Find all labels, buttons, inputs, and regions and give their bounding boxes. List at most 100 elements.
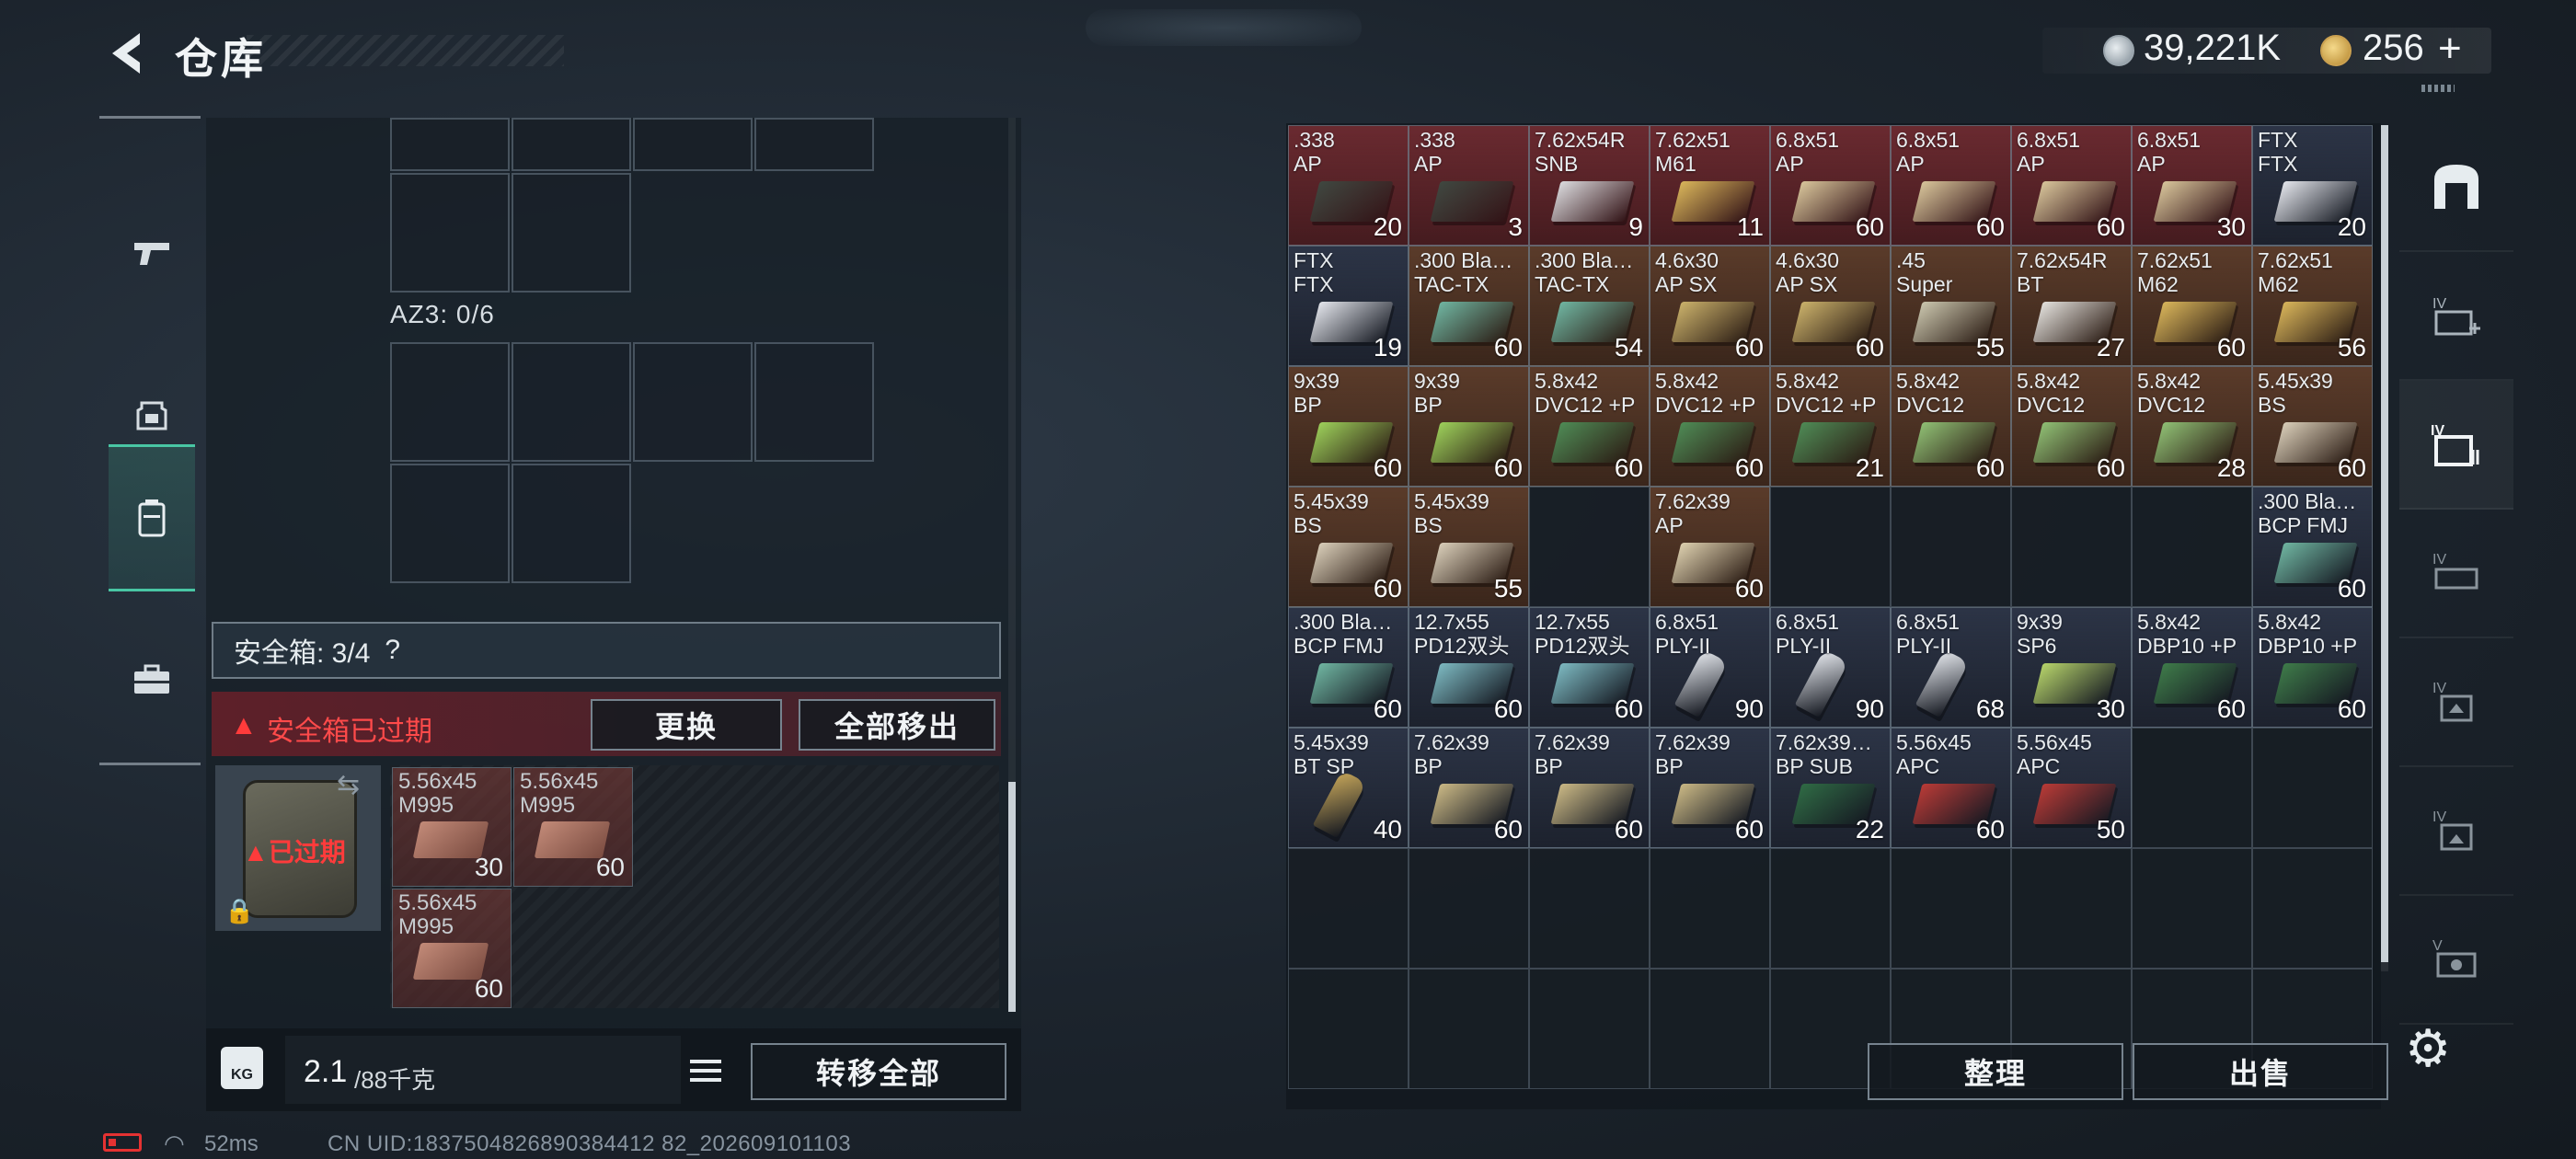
stash-item[interactable]: 5.8x42 DBP10 +P 60: [2132, 607, 2252, 728]
stash-item[interactable]: 6.8x51 AP 60: [1891, 125, 2011, 246]
nav-container-3[interactable]: IV: [2399, 381, 2513, 510]
stash-item[interactable]: 5.56x45 APC 50: [2011, 728, 2132, 848]
stash-item[interactable]: 6.8x51 PLY-II 90: [1650, 607, 1770, 728]
stash-item[interactable]: .300 Bla… TAC-TX 54: [1529, 246, 1650, 366]
stash-item[interactable]: 5.45x39 BS 55: [1409, 487, 1529, 607]
nav-backpack[interactable]: [109, 444, 195, 591]
stash-cell[interactable]: [1529, 487, 1650, 607]
stash-item[interactable]: 5.45x39 BS 60: [1288, 487, 1409, 607]
stash-item[interactable]: 7.62x54R SNB 9: [1529, 125, 1650, 246]
stash-item[interactable]: 7.62x39… BP SUB 22: [1770, 728, 1891, 848]
stash-cell[interactable]: [1891, 848, 2011, 969]
transfer-all-button[interactable]: 转移全部: [751, 1043, 1006, 1100]
stash-cell[interactable]: [1529, 969, 1650, 1089]
case-item[interactable]: 5.56x45 M995 60: [513, 767, 633, 887]
nav-container-2[interactable]: IV: [2399, 252, 2513, 381]
stash-item[interactable]: 5.45x39 BS 60: [2252, 366, 2373, 487]
stash-cell[interactable]: [1650, 969, 1770, 1089]
stash-item[interactable]: 5.8x42 DVC12 +P 21: [1770, 366, 1891, 487]
list-view-icon[interactable]: [684, 1049, 732, 1093]
stash-item[interactable]: .300 Bla… TAC-TX 60: [1409, 246, 1529, 366]
container-slot[interactable]: [390, 173, 510, 293]
container-slot[interactable]: [512, 173, 631, 293]
loadout-scroll-thumb[interactable]: [1008, 782, 1016, 1012]
nav-container-6[interactable]: IV: [2399, 767, 2513, 896]
nav-container-7[interactable]: V: [2399, 896, 2513, 1025]
stash-cell[interactable]: [1770, 848, 1891, 969]
stash-cell[interactable]: [1529, 848, 1650, 969]
stash-item[interactable]: 6.8x51 PLY-II 68: [1891, 607, 2011, 728]
stash-cell[interactable]: [2252, 728, 2373, 848]
stash-item[interactable]: 6.8x51 PLY-II 90: [1770, 607, 1891, 728]
stash-item[interactable]: 9x39 BP 60: [1409, 366, 1529, 487]
stash-item[interactable]: 7.62x51 M61 11: [1650, 125, 1770, 246]
sell-button[interactable]: 出售: [2133, 1043, 2388, 1100]
stash-item[interactable]: 12.7x55 PD12双头 60: [1529, 607, 1650, 728]
container-slot[interactable]: [390, 118, 510, 171]
stash-item[interactable]: 12.7x55 PD12双头 60: [1409, 607, 1529, 728]
stash-cell[interactable]: [1770, 487, 1891, 607]
move-all-out-button[interactable]: 全部移出: [799, 699, 995, 751]
stash-item[interactable]: 7.62x39 BP 60: [1409, 728, 1529, 848]
stash-item[interactable]: 6.8x51 AP 60: [1770, 125, 1891, 246]
stash-item[interactable]: 7.62x51 M62 60: [2132, 246, 2252, 366]
stash-item[interactable]: 7.62x54R BT 27: [2011, 246, 2132, 366]
stash-cell[interactable]: [1409, 969, 1529, 1089]
settings-gear-icon[interactable]: ⚙: [2405, 1021, 2460, 1076]
stash-item[interactable]: 9x39 BP 60: [1288, 366, 1409, 487]
stash-item[interactable]: 4.6x30 AP SX 60: [1770, 246, 1891, 366]
stash-item[interactable]: 6.8x51 AP 30: [2132, 125, 2252, 246]
stash-cell[interactable]: [2132, 728, 2252, 848]
stash-item[interactable]: .300 Bla… BCP FMJ 60: [1288, 607, 1409, 728]
nav-case[interactable]: [109, 606, 195, 753]
az3-slot[interactable]: [512, 464, 631, 583]
az3-slot[interactable]: [754, 342, 874, 462]
stash-item[interactable]: 5.8x42 DVC12 +P 60: [1529, 366, 1650, 487]
back-arrow-icon[interactable]: [99, 28, 155, 79]
stash-item[interactable]: 7.62x39 BP 60: [1650, 728, 1770, 848]
stash-cell[interactable]: [2132, 848, 2252, 969]
stash-item[interactable]: 7.62x39 BP 60: [1529, 728, 1650, 848]
stash-item[interactable]: FTX FTX 19: [1288, 246, 1409, 366]
stash-item[interactable]: 5.8x42 DVC12 60: [1891, 366, 2011, 487]
az3-slot[interactable]: [390, 342, 510, 462]
stash-item[interactable]: .338 AP 3: [1409, 125, 1529, 246]
stash-cell[interactable]: [2011, 487, 2132, 607]
stash-item[interactable]: 5.8x42 DBP10 +P 60: [2252, 607, 2373, 728]
nav-container-5[interactable]: IV: [2399, 638, 2513, 767]
stash-item[interactable]: .45 Super 55: [1891, 246, 2011, 366]
stash-cell[interactable]: [1650, 848, 1770, 969]
stash-cell[interactable]: [2132, 487, 2252, 607]
stash-cell[interactable]: [1409, 848, 1529, 969]
container-slot[interactable]: [754, 118, 874, 171]
stash-cell[interactable]: [1891, 487, 2011, 607]
stash-item[interactable]: 4.6x30 AP SX 60: [1650, 246, 1770, 366]
stash-cell[interactable]: [2011, 848, 2132, 969]
stash-item[interactable]: 5.56x45 APC 60: [1891, 728, 2011, 848]
nav-weapons[interactable]: [109, 179, 195, 327]
stash-item[interactable]: .338 AP 20: [1288, 125, 1409, 246]
stash-scroll-thumb[interactable]: [2381, 125, 2388, 962]
container-slot[interactable]: [512, 118, 631, 171]
replace-button[interactable]: 更换: [591, 699, 782, 751]
az3-slot[interactable]: [633, 342, 753, 462]
stash-item[interactable]: 6.8x51 AP 60: [2011, 125, 2132, 246]
stash-cell[interactable]: [1288, 969, 1409, 1089]
stash-item[interactable]: 7.62x39 AP 60: [1650, 487, 1770, 607]
sort-button[interactable]: 整理: [1868, 1043, 2123, 1100]
add-token-button[interactable]: +: [2438, 26, 2462, 72]
stash-cell[interactable]: [2252, 848, 2373, 969]
help-icon[interactable]: ?: [385, 635, 400, 666]
stash-item[interactable]: .300 Bla… BCP FMJ 60: [2252, 487, 2373, 607]
nav-stash[interactable]: [2399, 123, 2513, 252]
az3-slot[interactable]: [390, 464, 510, 583]
az3-slot[interactable]: [512, 342, 631, 462]
case-item[interactable]: 5.56x45 M995 30: [392, 767, 512, 887]
stash-cell[interactable]: [1288, 848, 1409, 969]
stash-item[interactable]: 5.8x42 DVC12 60: [2011, 366, 2132, 487]
stash-item[interactable]: FTX FTX 20: [2252, 125, 2373, 246]
stash-item[interactable]: 5.45x39 BT SP 40: [1288, 728, 1409, 848]
stash-item[interactable]: 5.8x42 DVC12 +P 60: [1650, 366, 1770, 487]
container-slot[interactable]: [633, 118, 753, 171]
nav-container-4[interactable]: IV: [2399, 510, 2513, 638]
